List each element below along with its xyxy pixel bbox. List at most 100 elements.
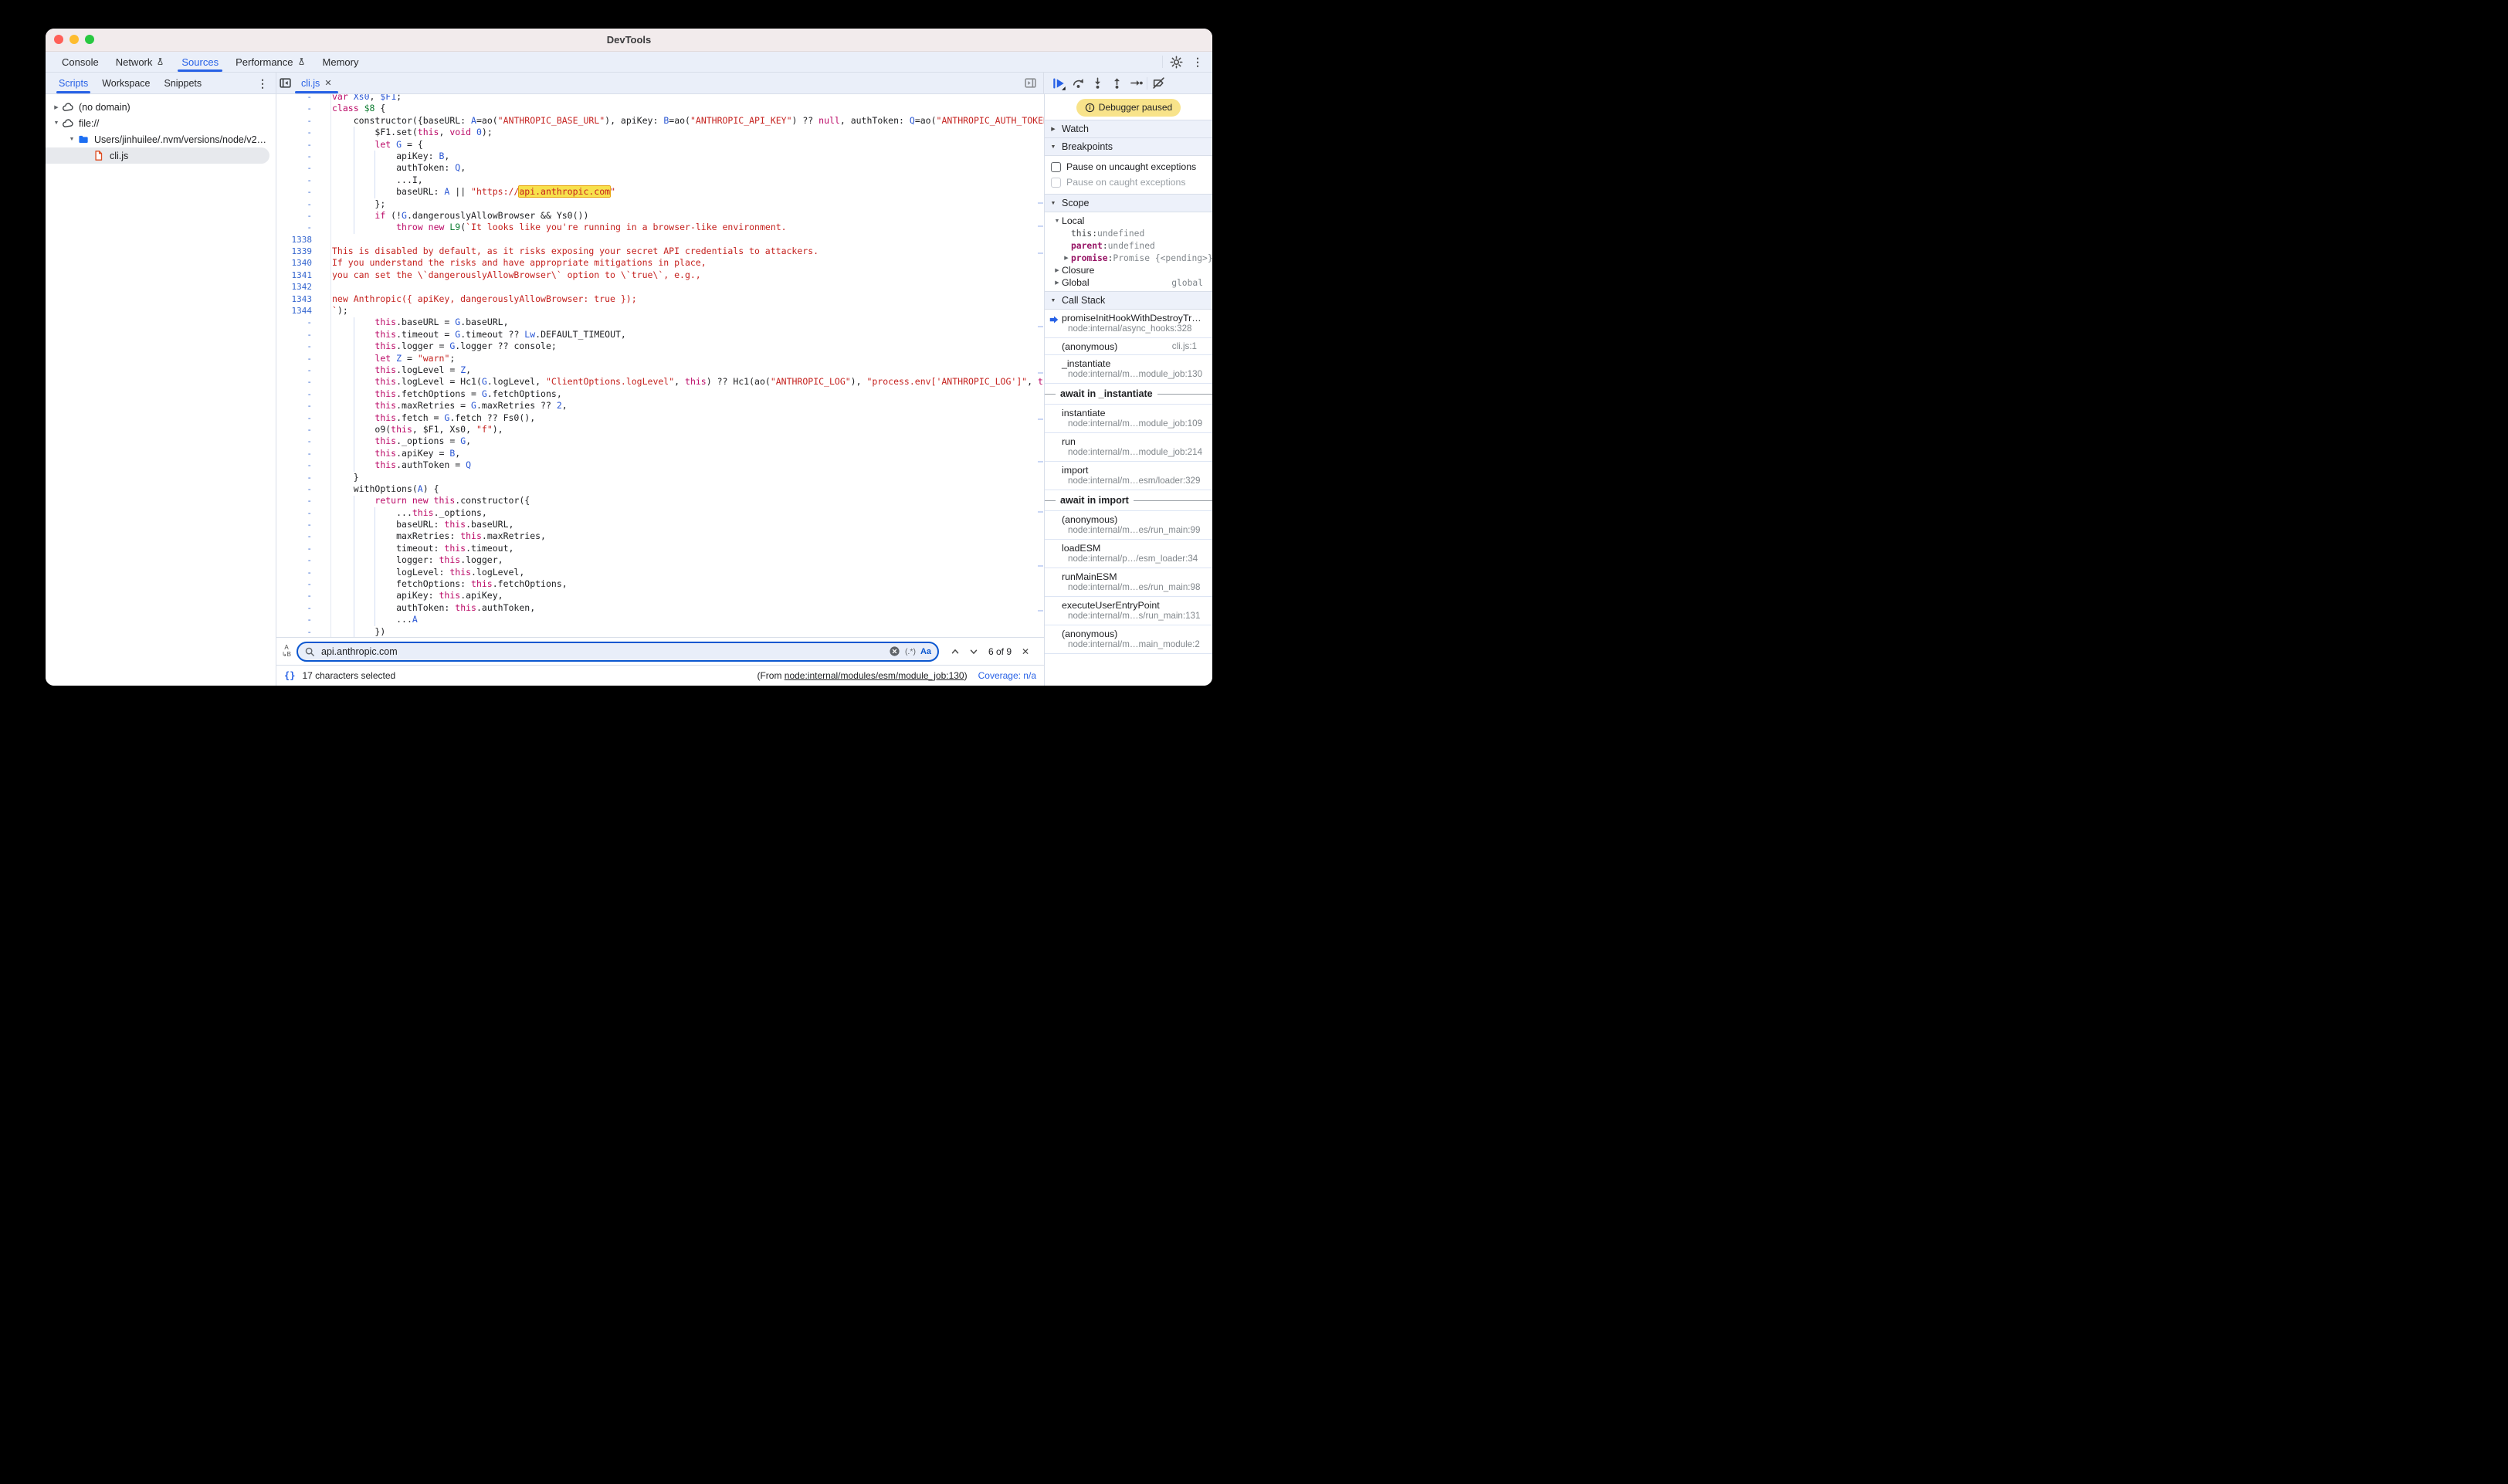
- call-stack-frame[interactable]: (anonymous)node:internal/m…main_module:2: [1045, 625, 1212, 654]
- navigator-tab-snippets[interactable]: Snippets: [158, 73, 209, 93]
- section-scope[interactable]: ▼ Scope: [1045, 194, 1212, 212]
- line-number-gutter[interactable]: -: [276, 626, 312, 637]
- from-link[interactable]: node:internal/modules/esm/module_job:130: [785, 670, 964, 681]
- section-watch[interactable]: ▶ Watch: [1045, 120, 1212, 138]
- step-over-button[interactable]: [1069, 75, 1086, 92]
- close-tab-icon[interactable]: ✕: [324, 78, 331, 88]
- line-number-gutter[interactable]: -: [276, 472, 312, 483]
- navigator-kebab-icon[interactable]: ⋮: [257, 73, 276, 93]
- line-number-gutter[interactable]: -: [276, 530, 312, 542]
- tab-performance[interactable]: Performance: [227, 52, 314, 72]
- section-breakpoints[interactable]: ▼ Breakpoints: [1045, 137, 1212, 156]
- line-number-gutter[interactable]: -: [276, 507, 312, 519]
- call-stack-frame[interactable]: (anonymous)node:internal/m…es/run_main:9…: [1045, 511, 1212, 540]
- scope-row-Global[interactable]: ▶Globalglobal: [1045, 276, 1212, 289]
- chevron-right-icon[interactable]: ▶: [52, 104, 61, 110]
- scope-row-Local[interactable]: ▼Local: [1045, 215, 1212, 227]
- line-number-gutter[interactable]: -: [276, 94, 312, 103]
- line-number-gutter[interactable]: -: [276, 614, 312, 625]
- tree-item-file-[interactable]: ▼file://: [46, 115, 276, 131]
- chevron-down-icon[interactable]: ▼: [52, 120, 61, 126]
- gear-icon[interactable]: [1168, 53, 1185, 70]
- scope-row-parent[interactable]: parent: undefined: [1045, 239, 1212, 252]
- chevron-down-icon[interactable]: ▼: [1052, 219, 1062, 224]
- call-stack-frame[interactable]: runnode:internal/m…module_job:214: [1045, 433, 1212, 462]
- line-number-gutter[interactable]: 1340: [276, 257, 312, 269]
- line-number-gutter[interactable]: 1338: [276, 234, 312, 246]
- breakpoint-option[interactable]: Pause on caught exceptions: [1045, 174, 1212, 190]
- replace-toggle-icon[interactable]: A ↳B: [276, 645, 297, 658]
- tab-console[interactable]: Console: [53, 52, 107, 72]
- line-number-gutter[interactable]: -: [276, 329, 312, 341]
- checkbox[interactable]: [1051, 162, 1061, 172]
- search-input[interactable]: [320, 645, 884, 658]
- line-number-gutter[interactable]: -: [276, 341, 312, 352]
- line-number-gutter[interactable]: -: [276, 222, 312, 233]
- line-number-gutter[interactable]: -: [276, 317, 312, 328]
- step-into-button[interactable]: [1089, 75, 1106, 92]
- editor-tab-cli-js[interactable]: cli.js ✕: [293, 73, 340, 93]
- step-button[interactable]: [1127, 75, 1144, 92]
- line-number-gutter[interactable]: -: [276, 198, 312, 210]
- line-number-gutter[interactable]: 1344: [276, 305, 312, 317]
- line-number-gutter[interactable]: -: [276, 424, 312, 435]
- tab-network[interactable]: Network: [107, 52, 174, 72]
- call-stack-frame[interactable]: (anonymous)cli.js:1: [1045, 338, 1212, 355]
- line-number-gutter[interactable]: -: [276, 412, 312, 424]
- line-number-gutter[interactable]: 1339: [276, 246, 312, 257]
- line-number-gutter[interactable]: -: [276, 459, 312, 471]
- line-number-gutter[interactable]: -: [276, 495, 312, 507]
- tree-item--no-domain-[interactable]: ▶(no domain): [46, 99, 276, 115]
- next-match-button[interactable]: [965, 643, 982, 660]
- call-stack-frame[interactable]: importnode:internal/m…esm/loader:329: [1045, 462, 1212, 490]
- coverage-link[interactable]: Coverage: n/a: [978, 670, 1036, 681]
- line-number-gutter[interactable]: -: [276, 151, 312, 162]
- line-number-gutter[interactable]: 1342: [276, 281, 312, 293]
- line-number-gutter[interactable]: -: [276, 364, 312, 376]
- scope-row-this[interactable]: this: undefined: [1045, 227, 1212, 239]
- chevron-right-icon[interactable]: ▶: [1062, 255, 1071, 261]
- scope-row-Closure[interactable]: ▶Closure: [1045, 264, 1212, 276]
- line-number-gutter[interactable]: 1343: [276, 293, 312, 305]
- tree-item-users-jinhuilee-nvm-versions-node-v2-[interactable]: ▼Users/jinhuilee/.nvm/versions/node/v2…: [46, 131, 276, 147]
- close-search-icon[interactable]: ✕: [1018, 646, 1033, 657]
- resume-script-button[interactable]: [1050, 75, 1067, 92]
- chevron-down-icon[interactable]: ▼: [67, 137, 76, 142]
- chevron-right-icon[interactable]: ▶: [1052, 280, 1062, 286]
- line-number-gutter[interactable]: -: [276, 210, 312, 222]
- breakpoint-option[interactable]: Pause on uncaught exceptions: [1045, 159, 1212, 174]
- navigator-tab-scripts[interactable]: Scripts: [52, 73, 95, 93]
- section-call-stack[interactable]: ▼ Call Stack: [1045, 291, 1212, 310]
- toggle-debugger-panel-icon[interactable]: [1022, 75, 1039, 92]
- call-stack-frame[interactable]: instantiatenode:internal/m…module_job:10…: [1045, 405, 1212, 433]
- call-stack-frame[interactable]: executeUserEntryPointnode:internal/m…s/r…: [1045, 597, 1212, 625]
- collapse-navigator-icon[interactable]: [276, 75, 293, 92]
- match-case-toggle[interactable]: Aa: [920, 647, 931, 656]
- line-number-gutter[interactable]: -: [276, 162, 312, 174]
- line-number-gutter[interactable]: -: [276, 376, 312, 388]
- code-area[interactable]: -var Xs0, $F1;-class $8 {- constructor({…: [276, 94, 1044, 637]
- line-number-gutter[interactable]: -: [276, 127, 312, 138]
- line-number-gutter[interactable]: -: [276, 353, 312, 364]
- line-number-gutter[interactable]: -: [276, 483, 312, 495]
- navigator-tab-workspace[interactable]: Workspace: [95, 73, 157, 93]
- pretty-print-icon[interactable]: {}: [284, 670, 295, 681]
- deactivate-breakpoints-button[interactable]: [1150, 75, 1167, 92]
- line-number-gutter[interactable]: -: [276, 567, 312, 578]
- tree-item-cli-js[interactable]: cli.js: [46, 147, 269, 164]
- line-number-gutter[interactable]: -: [276, 115, 312, 127]
- line-number-gutter[interactable]: -: [276, 103, 312, 114]
- line-number-gutter[interactable]: -: [276, 400, 312, 412]
- line-number-gutter[interactable]: -: [276, 435, 312, 447]
- call-stack-frame[interactable]: runMainESMnode:internal/m…es/run_main:98: [1045, 568, 1212, 597]
- line-number-gutter[interactable]: -: [276, 448, 312, 459]
- regex-toggle[interactable]: (.*): [905, 647, 916, 656]
- line-number-gutter[interactable]: 1341: [276, 269, 312, 281]
- line-number-gutter[interactable]: -: [276, 139, 312, 151]
- line-number-gutter[interactable]: -: [276, 186, 312, 198]
- line-number-gutter[interactable]: -: [276, 543, 312, 554]
- kebab-menu-icon[interactable]: ⋮: [1189, 53, 1206, 70]
- tab-sources[interactable]: Sources: [173, 52, 227, 72]
- checkbox[interactable]: [1051, 178, 1061, 188]
- line-number-gutter[interactable]: -: [276, 554, 312, 566]
